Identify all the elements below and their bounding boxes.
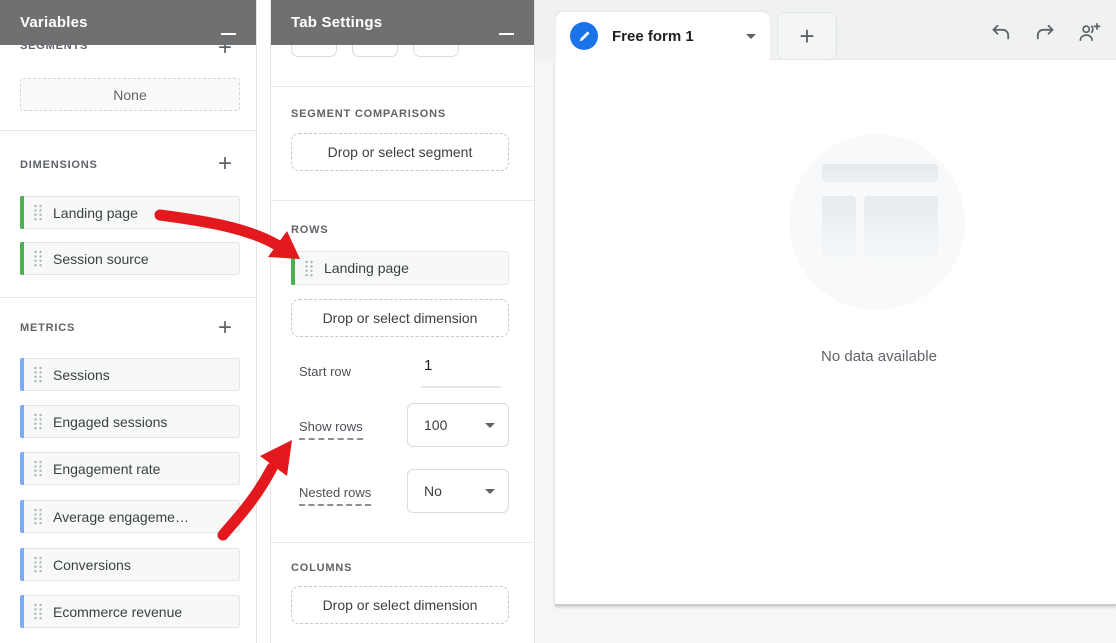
tab-label: Free form 1 [612, 28, 694, 45]
redo-icon[interactable] [1033, 21, 1057, 45]
undo-icon[interactable] [989, 21, 1013, 45]
dimension-chip-label: Landing page [53, 205, 138, 221]
start-row-input[interactable]: 1 [424, 357, 432, 374]
minimize-icon[interactable] [499, 33, 514, 36]
metrics-section-label: METRICS [20, 322, 75, 334]
dimension-accent-bar [20, 242, 24, 275]
segment-comparisons-section-label: SEGMENT COMPARISONS [291, 108, 446, 120]
placeholder-left-block [822, 196, 856, 258]
rows-dimension-chip[interactable]: Landing page [291, 251, 509, 285]
add-dimension-plus-icon[interactable]: + [218, 152, 232, 176]
drag-handle-icon[interactable] [33, 204, 43, 221]
add-tab-button[interactable]: + [777, 12, 837, 60]
metric-chip[interactable]: Conversions [20, 548, 240, 581]
columns-dropzone-label: Drop or select dimension [323, 597, 478, 613]
empty-state-illustration [789, 134, 965, 310]
canvas-toolbar [989, 21, 1102, 45]
pencil-icon [570, 22, 598, 50]
metric-accent-bar [20, 500, 24, 533]
metric-accent-bar [20, 595, 24, 628]
segment-dropzone-label: Drop or select segment [328, 144, 473, 160]
variables-panel-title: Variables [20, 14, 88, 31]
chevron-down-icon [485, 489, 495, 494]
minimize-icon[interactable] [221, 33, 236, 36]
drag-handle-icon[interactable] [33, 603, 43, 620]
variables-panel-header: Variables [0, 0, 256, 45]
rows-dimension-chip-label: Landing page [324, 260, 409, 276]
metric-chip[interactable]: Ecommerce revenue [20, 595, 240, 628]
nested-rows-value: No [424, 483, 442, 499]
metric-chip-label: Conversions [53, 557, 131, 573]
exploration-canvas-area: Free form 1 + [535, 0, 1116, 643]
metric-chip[interactable]: Engagement rate [20, 452, 240, 485]
divider [271, 86, 534, 87]
show-rows-label: Show rows [299, 419, 363, 440]
chevron-down-icon [485, 423, 495, 428]
drag-handle-icon[interactable] [33, 366, 43, 383]
divider [0, 130, 256, 131]
drag-handle-icon[interactable] [33, 460, 43, 477]
metric-chip[interactable]: Sessions [20, 358, 240, 391]
metric-chip[interactable]: Average engageme… [20, 500, 240, 533]
metric-accent-bar [20, 358, 24, 391]
rows-dropzone-label: Drop or select dimension [323, 310, 478, 326]
dimension-accent-bar [291, 251, 295, 285]
drag-handle-icon[interactable] [33, 508, 43, 525]
metric-chip-label: Ecommerce revenue [53, 604, 182, 620]
dimension-chip[interactable]: Session source [20, 242, 240, 275]
metric-chip-label: Average engageme… [53, 509, 189, 525]
segments-none-label: None [113, 87, 146, 103]
dimension-chip-label: Session source [53, 251, 149, 267]
metric-chip-label: Engaged sessions [53, 414, 167, 430]
metric-chip-label: Engagement rate [53, 461, 160, 477]
divider [271, 200, 534, 201]
segments-none-box[interactable]: None [20, 78, 240, 111]
dimension-chip[interactable]: Landing page [20, 196, 240, 229]
metric-accent-bar [20, 405, 24, 438]
columns-dimension-dropzone[interactable]: Drop or select dimension [291, 586, 509, 624]
add-metric-plus-icon[interactable]: + [218, 316, 232, 340]
visualization-canvas: No data available [555, 60, 1116, 606]
drag-handle-icon[interactable] [33, 556, 43, 573]
dimensions-section-label: DIMENSIONS [20, 159, 98, 171]
metric-accent-bar [20, 452, 24, 485]
add-user-icon[interactable] [1077, 21, 1102, 45]
placeholder-header-bar [822, 164, 938, 182]
drag-handle-icon[interactable] [33, 413, 43, 430]
show-rows-value: 100 [424, 417, 447, 433]
metric-accent-bar [20, 548, 24, 581]
start-row-input-underline [421, 386, 501, 388]
rows-dimension-dropzone[interactable]: Drop or select dimension [291, 299, 509, 337]
placeholder-right-block [864, 196, 938, 258]
metric-chip-label: Sessions [53, 367, 110, 383]
tab-settings-panel: Tab Settings SEGMENT COMPARISONS Drop or… [270, 0, 535, 643]
nested-rows-select[interactable]: No [407, 469, 509, 513]
divider [0, 297, 256, 298]
start-row-label: Start row [299, 364, 351, 379]
columns-section-label: COLUMNS [291, 562, 352, 574]
tab-settings-panel-title: Tab Settings [291, 14, 382, 31]
variables-panel: Variables SEGMENTS + None DIMENSIONS + L… [0, 0, 257, 643]
segment-dropzone[interactable]: Drop or select segment [291, 133, 509, 171]
dimension-accent-bar [20, 196, 24, 229]
metric-chip[interactable]: Engaged sessions [20, 405, 240, 438]
rows-section-label: ROWS [291, 224, 328, 236]
drag-handle-icon[interactable] [33, 250, 43, 267]
no-data-message: No data available [779, 348, 979, 365]
show-rows-select[interactable]: 100 [407, 403, 509, 447]
tab-chevron-down-icon[interactable] [746, 34, 756, 39]
drag-handle-icon[interactable] [304, 260, 314, 277]
divider [271, 542, 534, 543]
tab-settings-panel-header: Tab Settings [271, 0, 534, 45]
nested-rows-label: Nested rows [299, 485, 371, 506]
tab-free-form-1[interactable]: Free form 1 [556, 12, 770, 60]
